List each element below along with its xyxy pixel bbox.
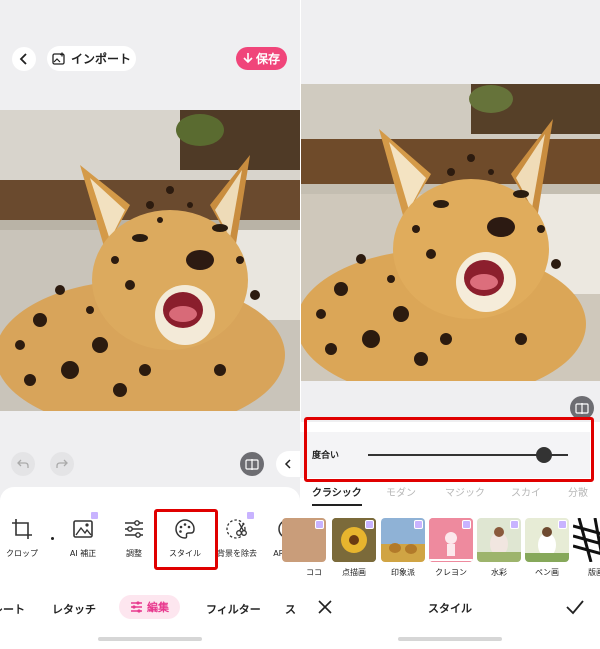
checkmark-icon bbox=[566, 600, 584, 615]
import-label: インポート bbox=[70, 52, 131, 66]
style-tab-sky[interactable]: スカイ bbox=[511, 484, 541, 499]
image-add-icon bbox=[52, 52, 65, 65]
panel-title: スタイル bbox=[428, 602, 472, 615]
tool-crop[interactable]: クロップ bbox=[0, 515, 52, 559]
style-label: 印象派 bbox=[391, 568, 415, 577]
compare-icon bbox=[575, 402, 589, 414]
slider-highlight bbox=[304, 417, 594, 482]
style-thumb-impressionism[interactable] bbox=[381, 518, 425, 562]
style-tab-magic[interactable]: マジック bbox=[445, 484, 485, 499]
style-thumb-pen-drawing[interactable] bbox=[525, 518, 569, 562]
back-button[interactable] bbox=[12, 47, 36, 71]
style-tab-dispersion[interactable]: 分散 bbox=[568, 484, 588, 499]
style-thumb-crayon[interactable] bbox=[429, 518, 473, 562]
sliders-icon bbox=[131, 601, 142, 613]
tab-retouch[interactable]: レタッチ bbox=[52, 601, 96, 617]
style-label: 点描画 bbox=[342, 568, 366, 577]
adjust-sliders-icon bbox=[120, 515, 148, 543]
tool-label: 調整 bbox=[126, 549, 142, 558]
style-label: 水彩 bbox=[491, 568, 507, 577]
style-tab-underline bbox=[312, 504, 362, 506]
premium-gem-icon bbox=[315, 520, 324, 529]
chevron-left-icon bbox=[19, 53, 27, 65]
main-tab-bar: レート レタッチ 編集 フィルター ス bbox=[0, 595, 300, 621]
scissors-icon bbox=[223, 511, 255, 543]
premium-gem-icon bbox=[414, 520, 423, 529]
serval-photo bbox=[0, 110, 300, 411]
tool-label: AI 補正 bbox=[69, 549, 97, 558]
compare-button[interactable] bbox=[240, 452, 264, 476]
undo-icon bbox=[17, 459, 29, 468]
premium-gem-icon bbox=[462, 520, 471, 529]
bottom-sheet: クロップ AI 補正 調整 スタイル 背景を除去 AR 効果 レート レタッチ bbox=[0, 487, 300, 649]
style-thumb-printmaking[interactable] bbox=[573, 518, 600, 562]
save-button[interactable]: 保存 bbox=[236, 47, 287, 70]
premium-gem-icon bbox=[246, 511, 255, 520]
tool-label: 背景を除去 bbox=[217, 549, 257, 558]
confirm-button[interactable] bbox=[565, 598, 585, 616]
tab-style-partial[interactable]: ス bbox=[285, 601, 296, 617]
tab-edit-label: 編集 bbox=[147, 601, 169, 614]
style-thumb-coco[interactable] bbox=[282, 518, 326, 562]
import-button[interactable]: インポート bbox=[47, 46, 136, 71]
collapse-handle[interactable] bbox=[276, 451, 300, 477]
style-tab-modern[interactable]: モダン bbox=[386, 484, 416, 499]
premium-gem-icon bbox=[510, 520, 519, 529]
tab-template[interactable]: レート bbox=[0, 601, 25, 617]
style-label: クレヨン bbox=[435, 568, 467, 577]
download-arrow-icon bbox=[243, 53, 253, 64]
compare-icon bbox=[245, 458, 259, 470]
tab-edit[interactable]: 編集 bbox=[119, 595, 180, 619]
premium-gem-icon bbox=[90, 511, 99, 520]
style-label: ペン画 bbox=[535, 568, 559, 577]
premium-gem-icon bbox=[558, 520, 567, 529]
crop-icon bbox=[8, 515, 36, 543]
style-tab-classic[interactable]: クラシック bbox=[312, 484, 362, 499]
redo-icon bbox=[56, 459, 68, 468]
style-thumb-watercolor[interactable] bbox=[477, 518, 521, 562]
chevron-left-small-icon bbox=[284, 459, 291, 469]
left-screen: インポート 保存 クロップ AI 補正 調整 スタイル 背景を除去 AR ート … bbox=[0, 0, 300, 649]
premium-gem-icon bbox=[365, 520, 374, 529]
style-label: 版画 bbox=[588, 568, 600, 577]
save-label: 保存 bbox=[255, 52, 280, 66]
style-tool-highlight bbox=[154, 509, 218, 570]
undo-button[interactable] bbox=[11, 452, 35, 476]
style-thumb-pointillism[interactable] bbox=[332, 518, 376, 562]
home-indicator bbox=[398, 637, 502, 641]
serval-photo-styled bbox=[301, 84, 600, 381]
tool-label: クロップ bbox=[6, 549, 38, 558]
tab-filter[interactable]: フィルター bbox=[206, 601, 261, 617]
redo-button[interactable] bbox=[50, 452, 74, 476]
ai-enhance-icon bbox=[69, 511, 99, 543]
home-indicator bbox=[98, 637, 202, 641]
